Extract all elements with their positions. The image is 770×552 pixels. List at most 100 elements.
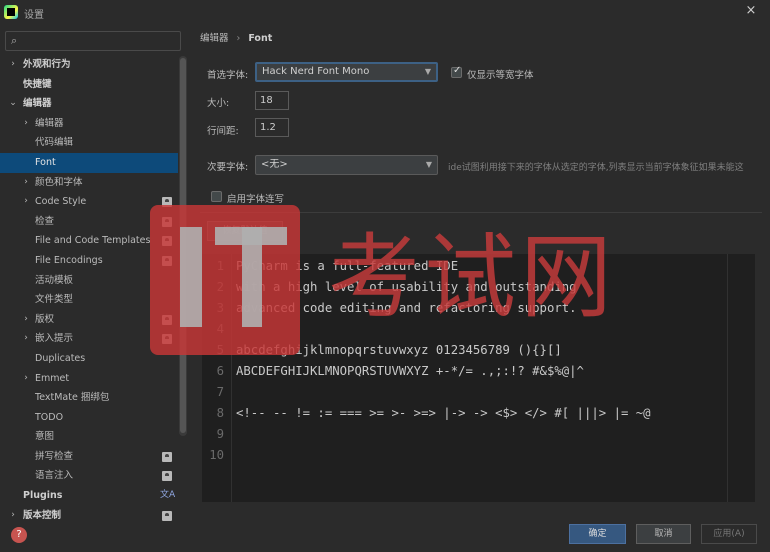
chevron-right-icon[interactable]: › <box>21 192 31 212</box>
project-scope-icon <box>162 236 172 247</box>
line-number: 5 <box>216 343 224 357</box>
chevron-right-icon[interactable]: › <box>8 55 18 75</box>
monospaced-only-checkbox[interactable] <box>451 65 462 78</box>
sidebar-item-label: 拼写检查 <box>35 450 74 462</box>
sidebar-item[interactable]: › 版权 <box>0 310 178 330</box>
sidebar-item[interactable]: File Encodings <box>0 251 178 271</box>
ok-button[interactable]: 确定 <box>569 524 626 544</box>
sidebar-item-label: 编辑器 <box>35 117 64 129</box>
sidebar-item-label: 编辑器 <box>23 98 52 110</box>
breadcrumb-current: Font <box>248 33 273 44</box>
project-scope-icon <box>162 510 172 521</box>
preview-line: 5 abcdefghijklmnopqrstuvwxyz 0123456789 (… <box>202 340 755 361</box>
sidebar-item-label: 版权 <box>35 313 55 325</box>
sidebar-item-label: 版本控制 <box>23 509 62 521</box>
settings-sidebar: ⌕ › 外观和行为快捷键 ⌄ 编辑器 › 编辑器代码编辑 Font › 颜色和字体 › Code S… <box>0 26 190 521</box>
preview-line: 8 <!-- -- != := === >= >- >=> |-> -> <$> … <box>202 403 755 424</box>
sidebar-item-label: Duplicates <box>35 352 86 364</box>
preview-code-text: abcdefghijklmnopqrstuvwxyz 0123456789 ()… <box>236 343 562 357</box>
sidebar-item-label: 嵌入提示 <box>35 333 74 345</box>
close-icon[interactable]: × <box>744 4 758 18</box>
sidebar-item[interactable]: Duplicates <box>0 349 178 369</box>
sidebar-item-label: 语言注入 <box>35 470 74 482</box>
preview-line: 9 <box>202 424 755 445</box>
apply-button[interactable]: 应用(A) <box>701 524 757 544</box>
chevron-right-icon[interactable]: › <box>21 114 31 134</box>
sidebar-item[interactable]: 活动模板 <box>0 271 178 291</box>
sidebar-item[interactable]: Font <box>0 152 178 173</box>
sidebar-item[interactable]: › 版本控制 <box>0 506 178 526</box>
sidebar-item-label: 文件类型 <box>35 294 74 306</box>
project-scope-icon <box>162 255 172 266</box>
breadcrumb-parent[interactable]: 编辑器 <box>200 33 229 44</box>
search-input[interactable] <box>24 33 174 49</box>
sidebar-item[interactable]: TextMate 捆绑包 <box>0 388 178 408</box>
primary-font-select[interactable]: Hack Nerd Font Mono ▼ <box>255 62 438 82</box>
sidebar-item[interactable]: 意图 <box>0 427 178 447</box>
chevron-right-icon[interactable]: › <box>21 329 31 349</box>
line-number: 3 <box>216 301 224 315</box>
sidebar-item[interactable]: › 编辑器 <box>0 114 178 134</box>
chevron-down-icon[interactable]: ⌄ <box>8 94 18 114</box>
project-scope-icon <box>162 197 172 208</box>
sidebar-item-label: 快捷键 <box>23 78 52 90</box>
enable-ligatures-checkbox[interactable] <box>211 191 222 202</box>
pycharm-app-icon <box>4 5 18 19</box>
size-input[interactable]: 18 <box>255 91 289 110</box>
sidebar-item-label: 意图 <box>35 431 55 443</box>
cancel-button[interactable]: 取消 <box>636 524 691 544</box>
sidebar-item[interactable]: › 嵌入提示 <box>0 329 178 349</box>
preview-code-text: with a high level of usability and outst… <box>236 280 577 294</box>
line-number: 7 <box>216 385 224 399</box>
sidebar-item[interactable]: › 外观和行为 <box>0 55 178 75</box>
settings-tree: › 外观和行为快捷键 ⌄ 编辑器 › 编辑器代码编辑 Font › 颜色和字体 › Code Sty… <box>0 55 178 525</box>
help-icon[interactable]: ? <box>11 527 27 543</box>
sidebar-item-label: 颜色和字体 <box>35 176 83 188</box>
project-scope-icon <box>162 216 172 227</box>
sidebar-scrollbar-thumb[interactable] <box>180 58 186 433</box>
sidebar-item[interactable]: 拼写检查 <box>0 447 178 467</box>
title-bar: 设置 × <box>0 0 770 26</box>
project-scope-icon <box>162 334 172 345</box>
sidebar-item-label: Font <box>35 156 56 168</box>
chevron-right-icon[interactable]: › <box>21 310 31 330</box>
preview-line: 1 PyCharm is a full-featured IDE <box>202 256 755 277</box>
dropdown-arrow-icon: ▼ <box>425 160 432 169</box>
sidebar-item[interactable]: 检查 <box>0 212 178 232</box>
sidebar-item-label: Emmet <box>35 372 70 384</box>
sidebar-item[interactable]: File and Code Templates <box>0 231 178 251</box>
sidebar-item-label: Code Style <box>35 196 87 208</box>
sidebar-item[interactable]: 语言注入 <box>0 466 178 486</box>
restore-defaults-button[interactable]: 恢复默认值 <box>207 221 283 241</box>
preview-line: 2 with a high level of usability and outs… <box>202 277 755 298</box>
line-spacing-input[interactable]: 1.2 <box>255 118 289 137</box>
sidebar-item-label: 外观和行为 <box>23 59 71 70</box>
sidebar-item[interactable]: 文件类型 <box>0 290 178 310</box>
monospaced-only-label: 仅显示等宽字体 <box>467 70 534 81</box>
sidebar-item[interactable]: 代码编辑 <box>0 133 178 153</box>
chevron-right-icon[interactable]: › <box>21 369 31 389</box>
sidebar-item[interactable]: ⌄ 编辑器 <box>0 94 178 114</box>
preview-code-text: advanced code editing and refactoring su… <box>236 301 577 315</box>
sidebar-item-label: TextMate 捆绑包 <box>35 392 110 404</box>
line-number: 10 <box>209 448 224 462</box>
line-number: 6 <box>216 364 224 378</box>
chevron-right-icon[interactable]: › <box>21 173 31 193</box>
sidebar-item[interactable]: Plugins 文A <box>0 486 178 506</box>
font-preview-editor[interactable]: 1 PyCharm is a full-featured IDE 2 with a h… <box>202 254 755 502</box>
fallback-font-value: <无> <box>261 159 288 170</box>
sidebar-item[interactable]: › Code Style <box>0 192 178 212</box>
fallback-font-hint: ide试图利用接下来的字体从选定的字体,列表显示当前字体象征如果未能这 <box>448 163 744 173</box>
size-label: 大小: <box>207 98 230 109</box>
chevron-right-icon[interactable]: › <box>8 506 18 526</box>
sidebar-item-label: 检查 <box>35 215 55 227</box>
fallback-font-select[interactable]: <无> ▼ <box>255 155 438 175</box>
sidebar-item[interactable]: › Emmet <box>0 369 178 389</box>
line-number: 2 <box>216 280 224 294</box>
sidebar-item[interactable]: › 颜色和字体 <box>0 173 178 193</box>
settings-search[interactable]: ⌕ <box>5 31 181 51</box>
sidebar-item[interactable]: 快捷键 <box>0 75 178 95</box>
sidebar-item[interactable]: TODO <box>0 408 178 428</box>
primary-font-label: 首选字体: <box>207 70 249 81</box>
dropdown-arrow-icon: ▼ <box>424 67 431 76</box>
